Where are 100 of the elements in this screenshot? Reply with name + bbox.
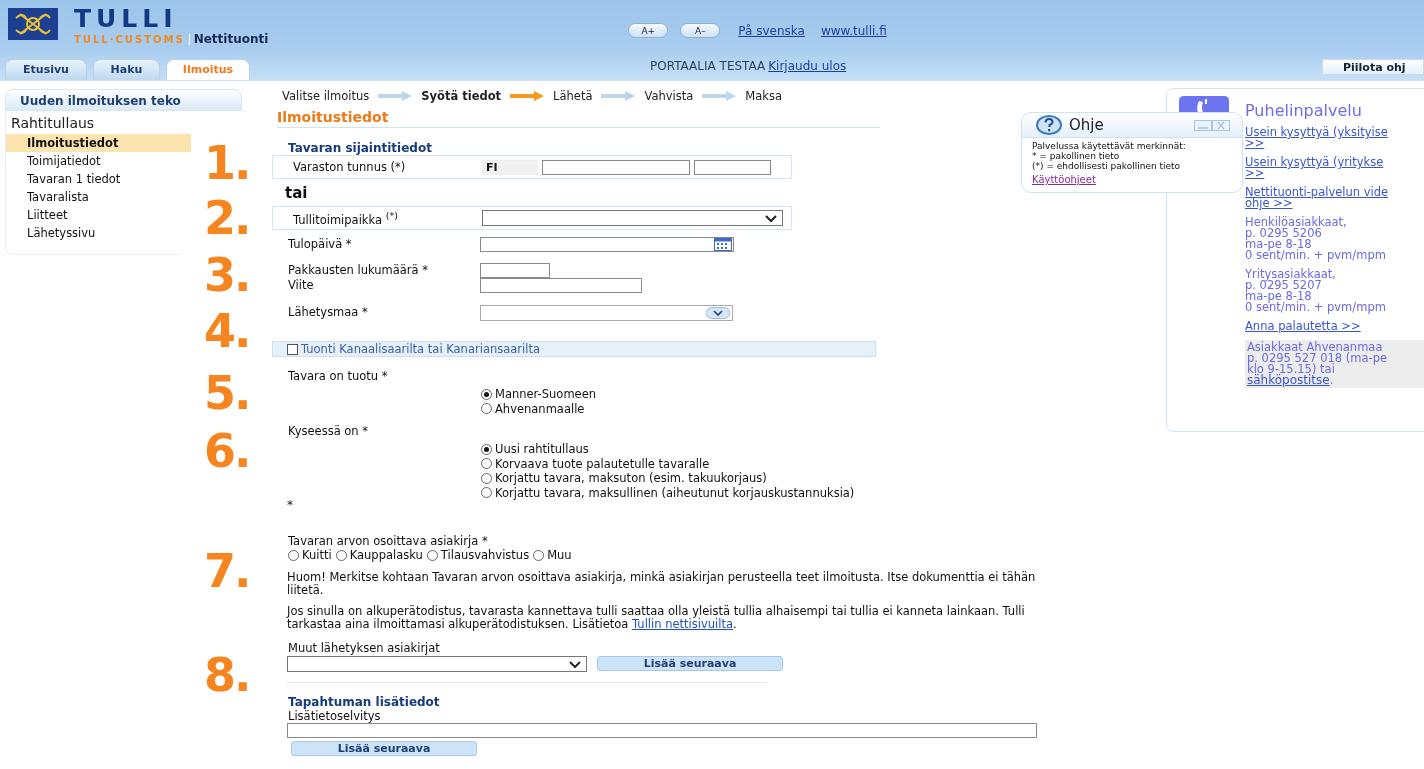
info-link[interactable]: Tullin nettisivuilta xyxy=(632,616,733,631)
radio-option[interactable]: Uusi rahtitullaus xyxy=(481,442,880,457)
or-text: tai xyxy=(285,184,309,202)
service-name: Nettituonti xyxy=(193,32,269,46)
contact-text: Henkilöasiakkaat, xyxy=(1245,217,1348,228)
contact-text: 0 sent/min. + pvm/mpm xyxy=(1245,302,1387,313)
sidebar-item[interactable]: Ilmoitustiedot xyxy=(6,134,191,152)
arrow-icon xyxy=(702,91,737,101)
close-icon[interactable] xyxy=(1212,119,1230,131)
logo-title: TULLI xyxy=(74,8,179,30)
contact-text: 0 sent/min. + pvm/mpm xyxy=(1245,250,1387,261)
feedback-link[interactable]: Anna palautetta >> xyxy=(1245,321,1424,332)
contact-text: p. 0295 527 018 (ma-pe xyxy=(1247,353,1388,364)
select-field[interactable] xyxy=(287,655,587,672)
radio-option[interactable]: Tilausvahvistus xyxy=(426,548,530,563)
sidebar-title: Uuden ilmoituksen teko xyxy=(5,89,242,111)
step-label: Lähetä xyxy=(553,89,593,103)
tab[interactable]: Etusivu xyxy=(5,59,87,80)
contact-text: klo 9-15.15) tai xyxy=(1247,364,1336,375)
field-label: Tullitoimipaikka $^{(*)}$ xyxy=(292,209,399,227)
radio-option[interactable]: Korvaava tuote palautetulle tavaralle xyxy=(481,456,880,471)
field-label: Tavara on tuotu * xyxy=(287,369,389,383)
dropdown-icon xyxy=(706,307,730,319)
header-link[interactable]: På svenska xyxy=(738,23,805,38)
date-field[interactable] xyxy=(480,237,734,252)
select-field[interactable] xyxy=(480,305,733,321)
logout-link[interactable]: Kirjaudu ulos xyxy=(768,59,847,73)
field-label: Tulopäivä * xyxy=(287,237,353,251)
caret-icon xyxy=(568,658,582,669)
help-link[interactable]: Käyttöohjeet xyxy=(1032,174,1096,185)
contact-text: Asiakkaat Ahvenanmaa xyxy=(1247,342,1383,353)
logo-subtitle: TULL·CUSTOMS xyxy=(74,34,190,45)
add-button[interactable]: Lisää seuraava xyxy=(291,740,477,756)
input-field[interactable] xyxy=(480,278,642,293)
step-label: Vahvista xyxy=(644,89,694,103)
sidebar-section: Rahtitullaus xyxy=(6,111,181,134)
field-label: Lisätietoselvitys xyxy=(287,708,382,723)
contact-text: p. 0295 5207 xyxy=(1245,280,1322,291)
input-field[interactable] xyxy=(542,159,690,175)
radio-option[interactable]: Muu xyxy=(533,548,572,563)
sidebar-item[interactable]: Toimijatiedot xyxy=(6,152,181,170)
hide-help-button[interactable]: Piilota ohj xyxy=(1322,59,1424,75)
popup-text: Palvelussa käytettävät merkinnät: xyxy=(1032,141,1187,151)
form-title: Ilmoitustiedot xyxy=(277,109,880,128)
email-link[interactable]: sähköpostitse xyxy=(1247,375,1330,386)
popup-text: * = pakollinen tieto xyxy=(1032,151,1121,161)
help-link[interactable]: Usein kysyttyä (yritykse >> xyxy=(1245,157,1424,179)
user-text: PORTAALIA TESTAA xyxy=(650,59,766,73)
section-heading: Tavaran sijaintitiedot xyxy=(288,141,433,155)
radio-option[interactable]: Manner-Suomeen xyxy=(481,387,880,402)
field-label: Lähetysmaa * xyxy=(287,305,369,319)
radio-option[interactable]: Kuitti xyxy=(288,548,332,563)
field-label: Muut lähetyksen asiakirjat xyxy=(287,640,441,655)
arrow-icon xyxy=(378,91,413,101)
panel-title: Puhelinpalvelu xyxy=(1245,101,1363,120)
field-label: Varaston tunnus (*) xyxy=(292,160,407,174)
select-field[interactable] xyxy=(482,210,783,226)
step-label: Syötä tiedot xyxy=(421,89,502,103)
popup-text: (*) = ehdollisesti pakollinen tieto xyxy=(1032,161,1182,171)
checkbox-row[interactable]: Tuonti Kanaalisaarilta tai Kanariansaarilta xyxy=(272,341,876,357)
punctuation-text: . xyxy=(1329,375,1334,386)
radio-option[interactable]: Kauppalasku xyxy=(335,548,423,563)
input-field[interactable] xyxy=(694,159,771,175)
step-label: Maksa xyxy=(745,89,782,103)
sidebar-item[interactable]: Lähetyssivu xyxy=(6,224,181,242)
arrow-icon xyxy=(601,91,636,101)
field-label: Viite xyxy=(287,278,315,292)
popup-title: Ohje xyxy=(1069,116,1104,134)
tab[interactable]: Haku xyxy=(93,59,160,80)
header-link[interactable]: www.tulli.fi xyxy=(820,23,887,38)
step-label: Valitse ilmoitus xyxy=(282,89,370,103)
add-button[interactable]: Lisää seuraava xyxy=(597,656,783,671)
notice-text: Huom! Merkitse kohtaan Tavaran arvon osoittava asiakirja, minkä asiakirjan perusteella teet ilmoitusta. Itse dokumenttia ei tähän liitetä. xyxy=(287,570,1037,597)
help-link[interactable]: Nettituonti-palvelun vide ohje >> xyxy=(1245,187,1424,209)
radio-option[interactable]: Korjattu tavara, maksuton (esim. takuukorjaus) xyxy=(481,471,880,486)
sidebar-item[interactable]: Tavaran 1 tiedot xyxy=(6,170,181,188)
calendar-icon xyxy=(714,238,732,251)
country-prefix: FI xyxy=(482,159,538,175)
field-label: Tavaran arvon osoittava asiakirja * xyxy=(287,534,489,548)
caret-icon xyxy=(764,213,778,223)
contact-text: ma-pe 8-18 xyxy=(1245,239,1313,250)
contact-text: p. 0295 5206 xyxy=(1245,228,1322,239)
sidebar-item[interactable]: Liitteet xyxy=(6,206,181,224)
emblem-icon xyxy=(8,8,58,40)
field-label: Kyseessä on * xyxy=(287,424,370,438)
help-link[interactable]: Usein kysyttyä (yksityise >> xyxy=(1245,127,1424,149)
info-text: Jos sinulla on alkuperätodistus, tavarasta kannettava tulli saattaa olla yleistä tullia alhaisempi tai tullia ei kanneta lainkaan. Tulli tarkastaa aina ilmoittamasi alkuperätodistuksen. Lisätietoa Tullin nettisivuilta. xyxy=(287,604,1026,631)
arrow-icon xyxy=(510,91,545,101)
radio-option[interactable]: Ahvenanmaalle xyxy=(481,401,880,416)
sidebar-item[interactable]: Tavaralista xyxy=(6,188,181,206)
input-field[interactable] xyxy=(480,263,550,278)
font-size-button[interactable]: A+ xyxy=(628,23,669,38)
field-label: Pakkausten lukumäärä * xyxy=(287,263,429,277)
font-size-button[interactable]: A– xyxy=(680,23,721,38)
required-mark: * xyxy=(287,499,294,512)
radio-option[interactable]: Korjattu tavara, maksullinen (aiheutunut korjauskustannuksia) xyxy=(481,485,880,500)
input-field[interactable] xyxy=(287,722,1037,738)
contact-text: Yritysasiakkaat, xyxy=(1245,269,1337,280)
section-heading: Tapahtuman lisätiedot xyxy=(288,694,441,709)
contact-text: ma-pe 8-18 xyxy=(1245,291,1313,302)
